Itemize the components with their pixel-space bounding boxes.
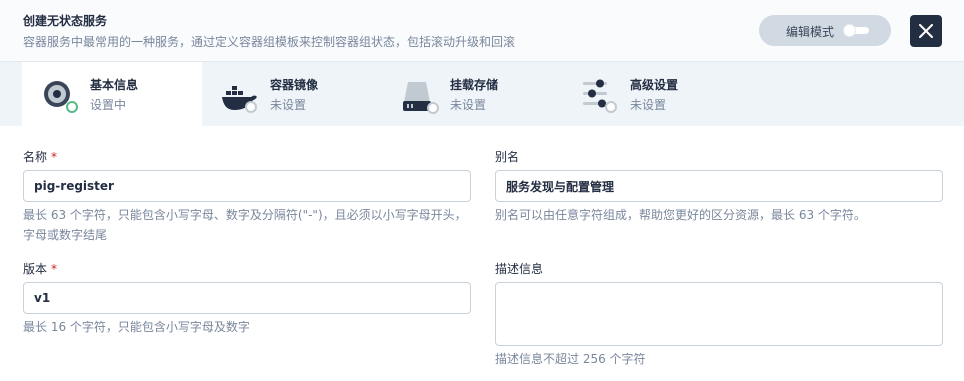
name-label: 名称 * xyxy=(23,148,57,165)
tab-advanced-settings[interactable]: 高级设置 未设置 xyxy=(562,62,742,126)
tab-basic-info[interactable]: 基本信息 设置中 xyxy=(22,62,202,126)
version-label: 版本 * xyxy=(23,260,57,277)
version-label-text: 版本 xyxy=(23,262,48,276)
edit-mode-label: 编辑模式 xyxy=(786,25,835,39)
name-input[interactable] xyxy=(23,170,471,202)
info-icon xyxy=(44,81,78,113)
dialog-header: 创建无状态服务 容器服务中最常用的一种服务，通过定义容器组模板来控制容器组状态，… xyxy=(0,0,964,62)
dialog-subtitle: 容器服务中最常用的一种服务，通过定义容器组模板来控制容器组状态，包括滚动升级和回… xyxy=(23,35,516,49)
description-label: 描述信息 xyxy=(495,262,544,276)
tab-status: 未设置 xyxy=(630,98,667,112)
version-hint: 最长 16 个字符，只能包含小写字母及数字 xyxy=(23,320,250,334)
alias-label: 别名 xyxy=(495,150,520,164)
tab-status: 未设置 xyxy=(450,98,487,112)
sliders-icon xyxy=(583,79,617,113)
close-button[interactable] xyxy=(910,15,942,47)
tab-name: 高级设置 xyxy=(630,78,679,92)
name-hint: 最长 63 个字符，只能包含小写字母、数字及分隔符("-")，且必须以小写字母开… xyxy=(23,208,467,242)
tab-container-image[interactable]: 容器镜像 未设置 xyxy=(202,62,382,126)
edit-mode-toggle-button[interactable]: 编辑模式 xyxy=(759,15,891,46)
tab-status: 未设置 xyxy=(270,98,307,112)
description-hint: 描述信息不超过 256 个字符 xyxy=(495,352,646,366)
required-mark: * xyxy=(51,262,58,276)
name-label-text: 名称 xyxy=(23,150,48,164)
alias-input[interactable] xyxy=(495,170,943,202)
dialog-title: 创建无状态服务 xyxy=(23,14,108,28)
step-tabs: 基本信息 设置中 容器镜像 未设置 挂载存储 未设置 高级设置 未设置 xyxy=(0,62,964,126)
tab-name: 基本信息 xyxy=(90,78,139,92)
required-mark: * xyxy=(51,150,58,164)
alias-hint: 别名可以由任意字符组成，帮助您更好的区分资源，最长 63 个字符。 xyxy=(495,208,866,222)
basic-info-form: 名称* 最长 63 个字符，只能包含小写字母、数字及分隔符("-")，且必须以小… xyxy=(0,126,964,381)
tab-status: 设置中 xyxy=(90,98,127,112)
close-icon xyxy=(919,24,933,38)
storage-icon xyxy=(403,82,439,114)
version-input[interactable] xyxy=(23,282,471,314)
description-textarea[interactable] xyxy=(495,282,943,346)
tab-name: 挂载存储 xyxy=(450,78,499,92)
toggle-switch-icon xyxy=(843,24,869,37)
docker-icon xyxy=(222,86,257,113)
tab-name: 容器镜像 xyxy=(270,78,319,92)
tab-mount-storage[interactable]: 挂载存储 未设置 xyxy=(382,62,562,126)
